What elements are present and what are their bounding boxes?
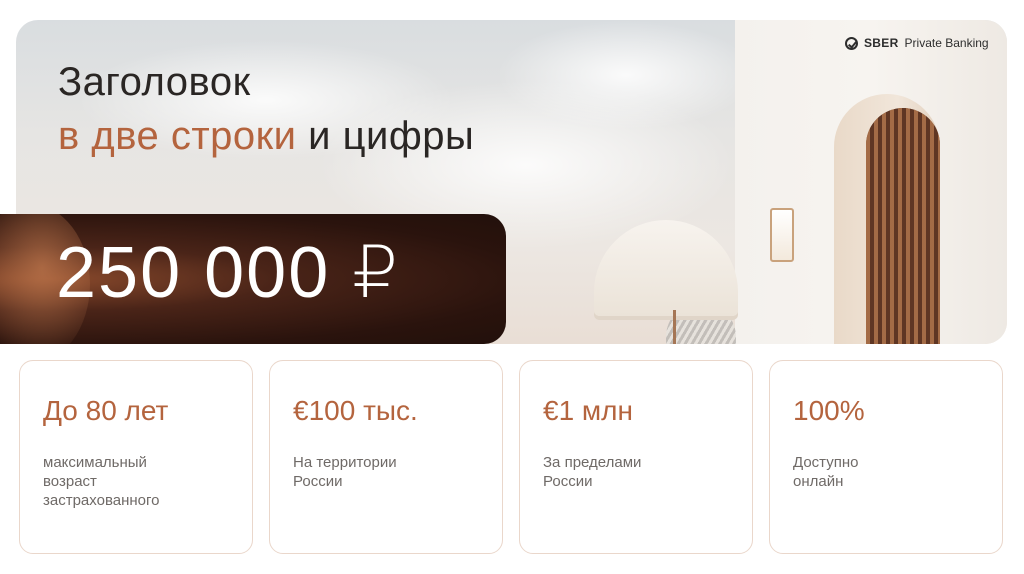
- stat-card-abroad: €1 млн За пределами России: [519, 360, 753, 554]
- stat-card-age: До 80 лет максимальный возраст застрахов…: [19, 360, 253, 554]
- stat-value: €1 млн: [543, 395, 633, 426]
- wall-lamp: [770, 208, 794, 262]
- logo-suffix: Private Banking: [904, 36, 989, 50]
- stat-card-russia: €100 тыс. На территории России: [269, 360, 503, 554]
- cloud: [496, 20, 756, 130]
- stat-description: На территории России: [293, 454, 397, 490]
- stat-card-online: 100% Доступно онлайн: [769, 360, 1003, 554]
- arched-door: [866, 108, 940, 344]
- sber-private-banking-logo: SBER Private Banking: [845, 36, 989, 50]
- umbrella-pole: [673, 310, 676, 344]
- headline-line-1: Заголовок: [58, 60, 251, 104]
- stat-value: 100%: [793, 395, 865, 426]
- stat-value: €100 тыс.: [293, 395, 418, 426]
- stat-description: За пределами России: [543, 454, 642, 490]
- stat-description: Доступно онлайн: [793, 454, 859, 490]
- sber-check-icon: [845, 36, 858, 50]
- headline-rest: и цифры: [296, 114, 475, 158]
- headline-accent: в две строки: [58, 114, 297, 158]
- stat-description: максимальный возраст застрахованного: [43, 454, 160, 509]
- stat-value: До 80 лет: [43, 395, 169, 426]
- amount-value: 250 000 ₽: [56, 233, 401, 313]
- headline-line-2: в две строки и цифры: [58, 114, 474, 159]
- logo-brand: SBER: [864, 36, 899, 50]
